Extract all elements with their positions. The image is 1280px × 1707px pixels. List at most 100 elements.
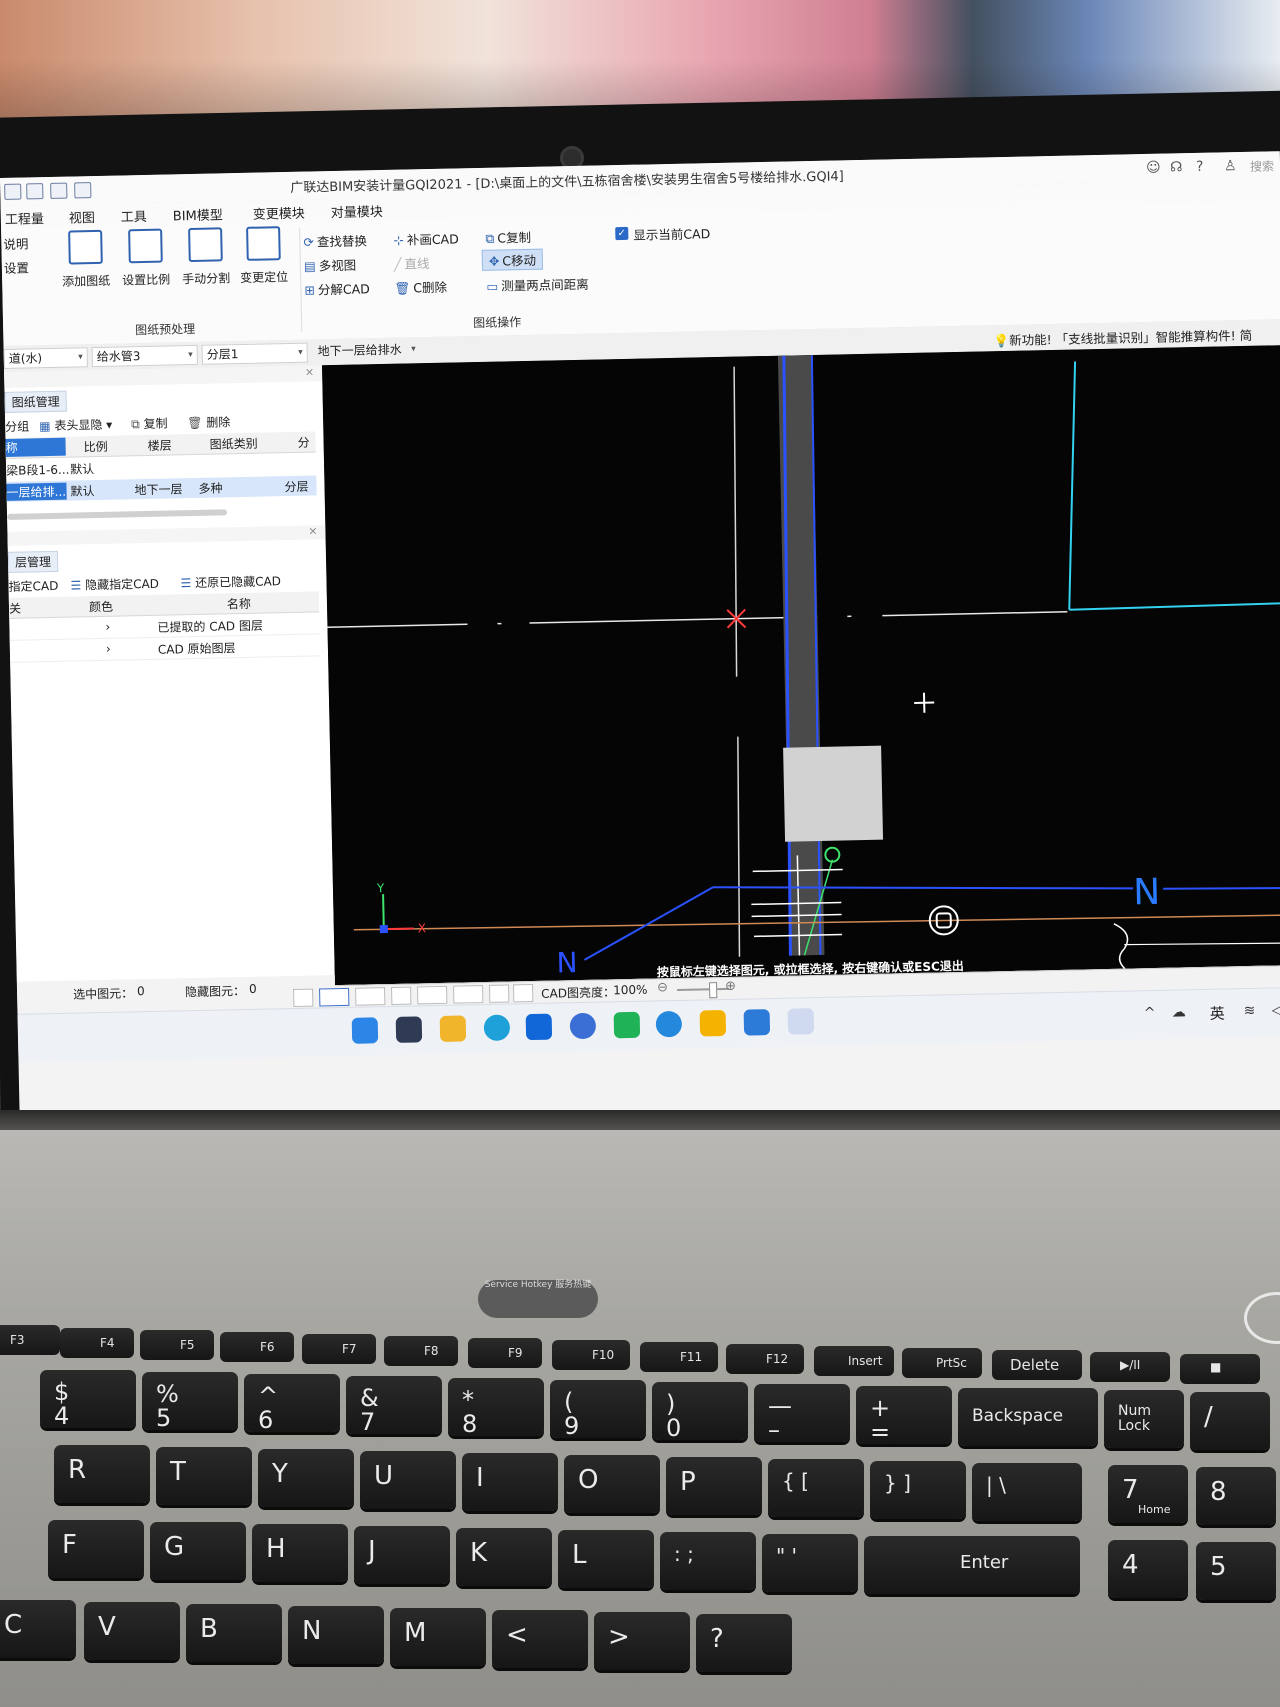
close-icon[interactable]: × [308, 524, 317, 537]
quick-access-save-icon[interactable] [4, 183, 22, 200]
key-f8[interactable]: F8 [384, 1336, 458, 1366]
key-u[interactable]: U [360, 1451, 456, 1509]
group-tool[interactable]: 分组 [5, 417, 29, 434]
header-drawing-type[interactable]: 图纸类别 [209, 435, 257, 453]
pipe-type-combo[interactable]: 给水管3 ▾ [91, 344, 198, 368]
key-delete[interactable]: Delete [992, 1350, 1082, 1380]
horizontal-scrollbar[interactable] [7, 509, 228, 520]
key-f6[interactable]: F6 [220, 1332, 294, 1362]
header-switch[interactable]: 关 [9, 600, 21, 617]
key-f9[interactable]: F9 [468, 1338, 542, 1368]
key-backspace[interactable]: Backspace [958, 1388, 1098, 1446]
key-prtsc[interactable]: PrtSc [902, 1348, 982, 1378]
help-icon[interactable]: ? [1196, 159, 1204, 175]
key-f7[interactable]: F7 [302, 1334, 376, 1364]
menu-compare-module[interactable]: 对量模块 [331, 201, 383, 221]
zoom-in-icon[interactable]: ⊕ [725, 979, 736, 994]
key-n[interactable]: N [288, 1606, 384, 1664]
explode-cad-button[interactable]: ⊞ 分解CAD [304, 278, 370, 298]
set-scale-button[interactable]: 设置比例 [117, 228, 174, 288]
key-5[interactable]: % 5 [142, 1372, 238, 1430]
key-period[interactable]: > [594, 1612, 690, 1670]
tab-drawing-management[interactable]: 图纸管理 [4, 390, 67, 413]
key-f4[interactable]: F4 [60, 1328, 134, 1358]
key-numlock[interactable]: Num Lock [1104, 1390, 1184, 1448]
key-m[interactable]: M [390, 1608, 486, 1666]
find-replace-button[interactable]: ⟳ 查找替换 [303, 230, 367, 250]
tray-cloud-icon[interactable]: ☁ [1172, 1004, 1186, 1020]
key-comma[interactable]: < [492, 1610, 588, 1668]
key-numpad-4[interactable]: 4 [1108, 1540, 1188, 1598]
key-y[interactable]: Y [258, 1449, 354, 1507]
panel-splitter[interactable]: × [7, 524, 326, 546]
menu-bim-model[interactable]: BIM模型 [173, 204, 223, 224]
change-position-button[interactable]: 变更定位 [235, 226, 292, 286]
key-numpad-divide[interactable]: / [1190, 1392, 1270, 1450]
volume-icon[interactable]: ◁ [1272, 1002, 1280, 1018]
select-rect-icon[interactable] [319, 987, 350, 1007]
key-h[interactable]: H [252, 1524, 348, 1582]
menu-engineering-quantity[interactable]: 工程量 [5, 208, 44, 228]
notes-icon[interactable] [743, 1009, 771, 1036]
key-j[interactable]: J [354, 1526, 450, 1584]
key-f10[interactable]: F10 [552, 1340, 630, 1370]
arc-icon[interactable] [513, 984, 534, 1003]
table-row[interactable]: 一层给排... 默认 地下一层 多种 分层 [6, 475, 317, 502]
expand-icon[interactable]: › [105, 620, 110, 634]
dimension-icon[interactable] [453, 985, 484, 1004]
restore-hidden-cad-tool[interactable]: ☰ 还原已隐藏CAD [180, 572, 281, 591]
key-f3[interactable]: F3 [0, 1325, 60, 1355]
draw-cad-button[interactable]: ⊹ 补画CAD [393, 228, 459, 248]
mail-icon[interactable] [613, 1011, 641, 1039]
key-minus[interactable]: — – [754, 1384, 850, 1442]
headset-icon[interactable]: ☊ [1170, 159, 1183, 175]
widgets-icon[interactable] [395, 1016, 423, 1043]
key-play-pause[interactable]: ▶/II [1090, 1352, 1170, 1382]
header-name[interactable]: 称 [5, 437, 66, 457]
key-bracket-left[interactable]: { [ [768, 1459, 864, 1517]
file-explorer-icon[interactable] [439, 1015, 467, 1042]
key-numpad-8[interactable]: 8 [1196, 1467, 1276, 1525]
key-p[interactable]: P [666, 1457, 762, 1515]
key-o[interactable]: O [564, 1455, 660, 1513]
key-8[interactable]: * 8 [448, 1378, 544, 1436]
key-t[interactable]: T [156, 1447, 252, 1505]
brightness-slider[interactable] [677, 987, 730, 991]
delete-tool[interactable]: 🗑 删除 [187, 413, 230, 431]
key-slash[interactable]: ? [696, 1614, 792, 1672]
key-quote[interactable]: " ' [762, 1534, 858, 1592]
lock-icon[interactable] [699, 1009, 727, 1037]
key-4[interactable]: $ 4 [40, 1370, 136, 1428]
manual-split-button[interactable]: 手动分割 [177, 227, 234, 287]
add-drawing-button[interactable]: 添加图纸 [57, 229, 114, 290]
user-icon[interactable]: ☺ [1146, 160, 1161, 176]
key-numpad-5[interactable]: 5 [1196, 1542, 1276, 1600]
zoom-out-icon[interactable]: ⊖ [657, 980, 668, 995]
key-0[interactable]: ) 0 [652, 1382, 748, 1440]
key-insert[interactable]: Insert [814, 1346, 894, 1376]
close-icon[interactable]: × [305, 365, 314, 378]
hide-specified-cad-tool[interactable]: ☰ 隐藏指定CAD [70, 575, 159, 594]
system-combo[interactable]: 道(水) ▾ [3, 347, 88, 369]
slider-handle[interactable] [709, 982, 718, 999]
key-9[interactable]: ( 9 [550, 1380, 646, 1438]
copy-tool[interactable]: ⧉ 复制 [131, 415, 168, 433]
start-icon[interactable] [351, 1017, 379, 1044]
expand-icon[interactable]: › [106, 642, 111, 656]
key-b[interactable]: B [186, 1604, 282, 1662]
c-delete-button[interactable]: 🗑 C删除 [394, 277, 447, 297]
key-f[interactable]: F [48, 1520, 144, 1578]
key-v[interactable]: V [84, 1602, 180, 1660]
layer-combo[interactable]: 分层1 ▾ [201, 342, 308, 365]
cross-icon[interactable] [391, 986, 412, 1005]
menu-view[interactable]: 视图 [69, 207, 95, 227]
angle-icon[interactable] [417, 985, 448, 1005]
tab-layer-management[interactable]: 层管理 [7, 550, 59, 573]
key-f12[interactable]: F12 [726, 1344, 804, 1374]
edge-icon[interactable] [483, 1014, 511, 1042]
news-banner[interactable]: 💡新功能! 「支线批量识别」智能推算构件! 简 [993, 325, 1252, 349]
shirt-icon[interactable]: ♙ [1224, 158, 1237, 174]
quick-access-grid-icon[interactable] [26, 183, 44, 200]
c-move-button[interactable]: ✥ C移动 [481, 248, 544, 271]
ribbon-description[interactable]: 说明 [3, 233, 28, 253]
